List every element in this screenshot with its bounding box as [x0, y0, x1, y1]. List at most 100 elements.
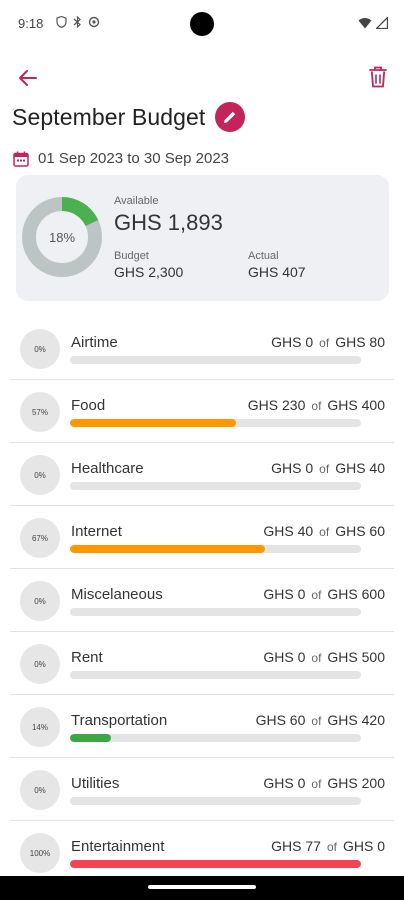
home-gesture-handle[interactable]: [148, 885, 256, 889]
category-progress-fill: [70, 419, 236, 427]
category-amounts: GHS 0 of GHS 40: [271, 460, 385, 476]
category-row[interactable]: 0% Rent GHS 0 of GHS 500: [10, 632, 394, 695]
category-amounts: GHS 40 of GHS 60: [263, 523, 385, 539]
category-row[interactable]: 100% Entertainment GHS 77 of GHS 0: [10, 821, 394, 884]
category-name: Miscelaneous: [71, 586, 163, 603]
category-row[interactable]: 0% Utilities GHS 0 of GHS 200: [10, 758, 394, 821]
category-row[interactable]: 0% Miscelaneous GHS 0 of GHS 600: [10, 569, 394, 632]
pencil-icon: [224, 111, 236, 123]
wifi-icon: [358, 16, 372, 34]
category-progress-fill: [70, 860, 361, 868]
category-list: 0% Airtime GHS 0 of GHS 80 57% Food GHS …: [10, 317, 394, 884]
category-actual: GHS 0: [271, 460, 314, 476]
category-of: of: [319, 336, 330, 350]
status-system-icons: [358, 15, 389, 34]
category-progress-track: [70, 356, 361, 364]
status-bar: 9:18: [0, 0, 404, 48]
category-budget: GHS 600: [327, 586, 385, 602]
category-percent: 0%: [20, 770, 60, 810]
category-of: of: [319, 462, 330, 476]
category-percent: 0%: [20, 581, 60, 621]
category-actual: GHS 40: [263, 523, 314, 539]
category-name: Transportation: [71, 712, 168, 729]
category-of: of: [319, 525, 330, 539]
actual-label: Actual: [248, 250, 279, 262]
category-budget: GHS 400: [327, 397, 385, 413]
app-bar: [0, 56, 404, 100]
category-amounts: GHS 0 of GHS 500: [263, 649, 385, 665]
category-percent: 67%: [20, 518, 60, 558]
shield-icon: [56, 15, 67, 31]
category-budget: GHS 80: [335, 334, 385, 350]
date-range-row: 01 Sep 2023 to 30 Sep 2023: [13, 150, 229, 167]
category-budget: GHS 500: [327, 649, 385, 665]
category-progress-track: [70, 860, 361, 868]
arrow-left-icon: [19, 70, 37, 86]
category-actual: GHS 230: [247, 397, 306, 413]
category-of: of: [311, 399, 322, 413]
category-percent: 100%: [20, 833, 60, 873]
available-value: GHS 1,893: [114, 210, 223, 235]
category-name: Entertainment: [71, 838, 165, 855]
donut-percent: 18%: [48, 229, 76, 245]
category-of: of: [311, 651, 322, 665]
category-progress-track: [70, 545, 361, 553]
category-budget: GHS 0: [342, 838, 385, 854]
calendar-icon: [13, 151, 29, 167]
category-progress-track: [70, 734, 361, 742]
category-of: of: [311, 777, 322, 791]
camera-cutout: [190, 12, 214, 36]
budget-value: GHS 2,300: [114, 264, 184, 280]
budget-label: Budget: [114, 250, 149, 262]
category-actual: GHS 0: [263, 649, 306, 665]
status-notification-icons: [56, 15, 100, 31]
category-actual: GHS 0: [263, 775, 306, 791]
budget-summary-card: 18% Available GHS 1,893 Budget GHS 2,300…: [16, 175, 389, 301]
category-actual: GHS 77: [271, 838, 321, 854]
category-progress-track: [70, 608, 361, 616]
category-row[interactable]: 0% Healthcare GHS 0 of GHS 40: [10, 443, 394, 506]
category-percent: 0%: [20, 455, 60, 495]
category-row[interactable]: 14% Transportation GHS 60 of GHS 420: [10, 695, 394, 758]
category-percent: 0%: [20, 644, 60, 684]
category-actual: GHS 0: [271, 334, 314, 350]
category-progress-fill: [70, 734, 111, 742]
category-percent: 14%: [20, 707, 60, 747]
category-actual: GHS 60: [255, 712, 306, 728]
category-percent: 57%: [20, 392, 60, 432]
delete-button[interactable]: [364, 62, 392, 92]
category-of: of: [311, 588, 322, 602]
signal-icon: [374, 15, 389, 34]
category-progress-track: [70, 671, 361, 679]
category-progress-track: [70, 797, 361, 805]
trash-icon: [369, 66, 387, 88]
category-amounts: GHS 0 of GHS 200: [263, 775, 385, 791]
category-amounts: GHS 0 of GHS 600: [263, 586, 385, 602]
category-budget: GHS 200: [327, 775, 385, 791]
category-name: Healthcare: [71, 460, 144, 477]
system-navigation-bar: [0, 876, 404, 900]
category-name: Food: [71, 397, 106, 414]
category-name: Airtime: [71, 334, 118, 351]
category-amounts: GHS 60 of GHS 420: [256, 712, 385, 728]
category-progress-track: [70, 419, 361, 427]
category-amounts: GHS 230 of GHS 400: [248, 397, 385, 413]
category-name: Rent: [71, 649, 103, 666]
category-amounts: GHS 77 of GHS 0: [271, 838, 385, 854]
category-budget: GHS 60: [335, 523, 385, 539]
category-actual: GHS 0: [263, 586, 306, 602]
category-budget: GHS 420: [327, 712, 385, 728]
category-row[interactable]: 57% Food GHS 230 of GHS 400: [10, 380, 394, 443]
category-row[interactable]: 0% Airtime GHS 0 of GHS 80: [10, 317, 394, 380]
title-row: September Budget: [12, 102, 246, 132]
category-row[interactable]: 67% Internet GHS 40 of GHS 60: [10, 506, 394, 569]
category-name: Internet: [71, 523, 122, 540]
edit-budget-button[interactable]: [215, 102, 246, 132]
sync-icon: [88, 16, 100, 31]
back-button[interactable]: [14, 64, 42, 92]
category-progress-track: [70, 482, 361, 490]
actual-value: GHS 407: [248, 264, 306, 280]
category-of: of: [311, 714, 322, 728]
category-of: of: [326, 840, 337, 854]
bluetooth-icon: [73, 15, 82, 31]
